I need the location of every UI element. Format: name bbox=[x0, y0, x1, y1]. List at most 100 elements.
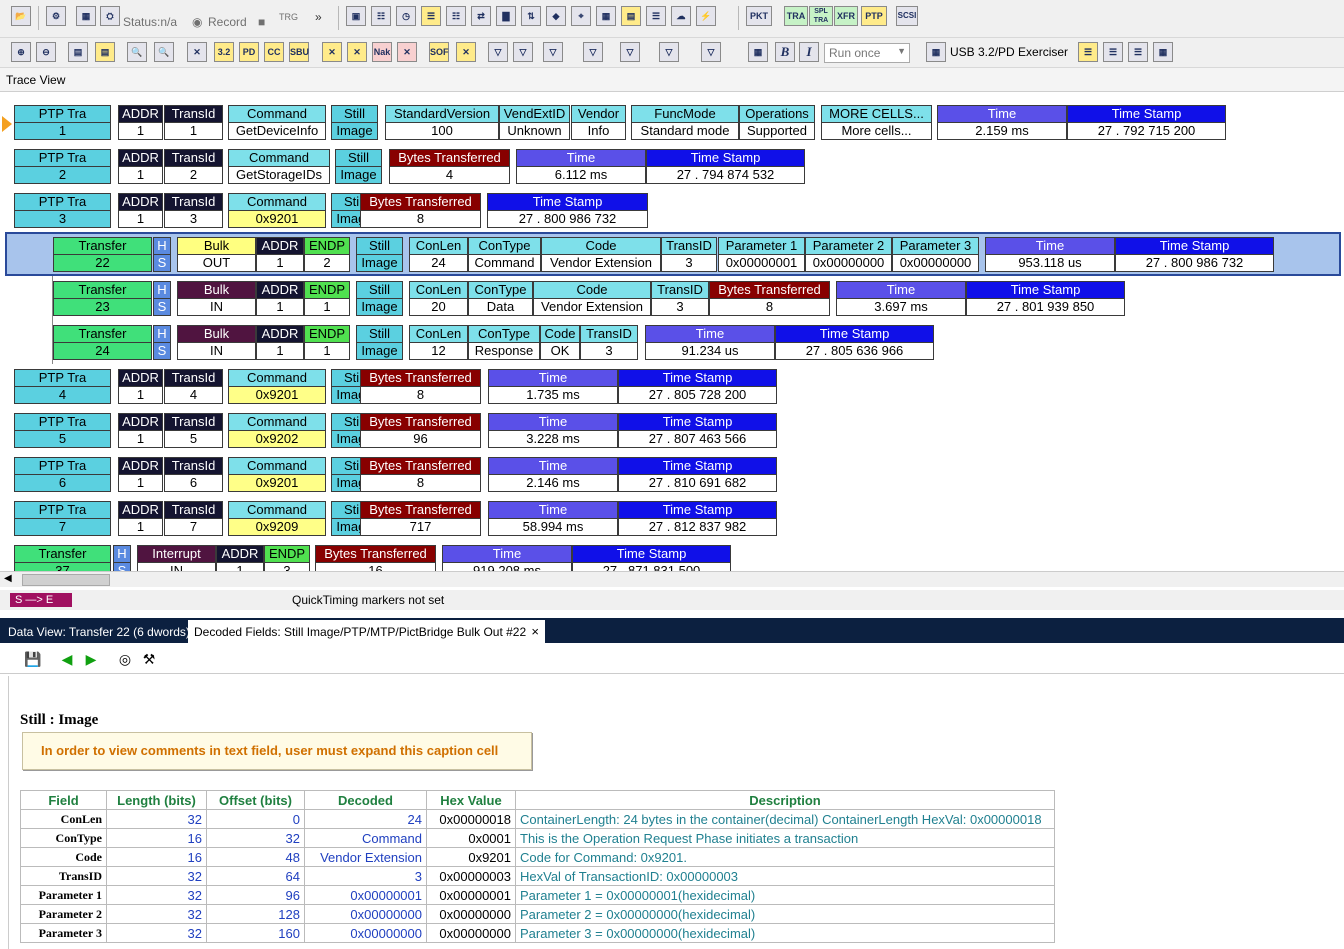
trace-cell[interactable]: TransID 3 bbox=[651, 281, 709, 316]
trace-cell[interactable]: ADDR 1 bbox=[256, 237, 304, 272]
trace-cell[interactable]: Time Stamp 27 . 871 831 500 bbox=[572, 545, 731, 571]
trace-cell[interactable]: Parameter 3 0x00000000 bbox=[892, 237, 979, 272]
save-icon[interactable]: 💾 bbox=[24, 650, 42, 668]
table-row[interactable]: ConType 16 32 Command 0x0001 This is the Oper… bbox=[20, 828, 1055, 848]
export-icon[interactable]: ⇄ bbox=[471, 6, 491, 26]
hide-chirp-icon[interactable]: ✕ bbox=[187, 42, 207, 62]
timing-icon[interactable]: ◷ bbox=[396, 6, 416, 26]
zoom-out-icon[interactable]: ⊖ bbox=[36, 42, 56, 62]
chart-icon[interactable]: ▇ bbox=[496, 6, 516, 26]
trace-cell[interactable]: Command GetStorageIDs bbox=[228, 149, 330, 184]
trace-cell[interactable]: TransId 2 bbox=[164, 149, 223, 184]
trace-cell[interactable]: Time 58.994 ms bbox=[488, 501, 618, 536]
trigger-label[interactable]: TRG bbox=[279, 12, 298, 22]
packet-level-button[interactable]: PKT bbox=[746, 6, 772, 26]
trace-cell[interactable]: Command 0x9201 bbox=[228, 193, 326, 228]
settings-icon[interactable]: ⚙ bbox=[46, 6, 66, 26]
trace-cell[interactable]: Time Stamp 27 . 805 636 966 bbox=[775, 325, 934, 360]
trace-cell[interactable]: ADDR 1 bbox=[118, 413, 163, 448]
trace-cell[interactable]: PTP Tra 3 bbox=[14, 193, 111, 228]
scroll-left-icon[interactable]: ◀ bbox=[4, 573, 12, 584]
trace-cell[interactable]: Time 1.735 ms bbox=[488, 369, 618, 404]
trace-cell[interactable]: Command GetDeviceInfo bbox=[228, 105, 326, 140]
recording-options-icon[interactable]: ▦ bbox=[76, 6, 96, 26]
view-layout-4-icon[interactable]: ▦ bbox=[1153, 42, 1173, 62]
wrap-icon[interactable]: ▤ bbox=[95, 42, 115, 62]
trace-cell[interactable]: Bytes Transferred 16 bbox=[315, 545, 436, 571]
trace-cell[interactable]: ADDR 1 bbox=[118, 457, 163, 492]
trace-cell[interactable]: Code Vendor Extension bbox=[541, 237, 661, 272]
search-icon[interactable]: 🔍 bbox=[127, 42, 147, 62]
table-row[interactable]: Parameter 1 32 96 0x00000001 0x00000001 Param… bbox=[20, 885, 1055, 905]
search-next-icon[interactable]: 🔍 bbox=[154, 42, 174, 62]
view-layout-1-icon[interactable]: ☰ bbox=[1078, 42, 1098, 62]
bold-icon[interactable]: B bbox=[775, 42, 795, 62]
trace-cell[interactable]: Command 0x9201 bbox=[228, 457, 326, 492]
trace-cell[interactable]: PTP Tra 2 bbox=[14, 149, 111, 184]
tab-data-view[interactable]: Data View: Transfer 22 (6 dwords) bbox=[2, 620, 196, 643]
trace-cell[interactable]: TransId 6 bbox=[164, 457, 223, 492]
bus-utilization-icon[interactable]: ☰ bbox=[421, 6, 441, 26]
trace-cell[interactable]: Bytes Transferred 717 bbox=[360, 501, 481, 536]
filter-be-icon[interactable]: ▽ bbox=[620, 42, 640, 62]
trace-cell[interactable]: TransId 5 bbox=[164, 413, 223, 448]
hide-usb32-icon[interactable]: 3.2 bbox=[214, 42, 234, 62]
exerciser-label[interactable]: USB 3.2/PD Exerciser bbox=[950, 45, 1068, 59]
trace-cell[interactable]: Bytes Transferred 8 bbox=[360, 193, 481, 228]
trace-cell[interactable]: HS bbox=[153, 325, 171, 360]
trace-cell[interactable]: ConLen 20 bbox=[409, 281, 468, 316]
caption-cell[interactable]: In order to view comments in text field,… bbox=[22, 732, 532, 770]
trace-cell[interactable]: Time Stamp 27 . 794 874 532 bbox=[646, 149, 805, 184]
trace-cell[interactable]: TransID 3 bbox=[580, 325, 638, 360]
hide-sbu-icon[interactable]: SBU bbox=[289, 42, 309, 62]
italic-icon[interactable]: I bbox=[799, 42, 819, 62]
table-row[interactable]: Code 16 48 Vendor Extension 0x9201 Code for C… bbox=[20, 847, 1055, 867]
trace-cell[interactable]: Vendor Info bbox=[571, 105, 626, 140]
filter-lc-icon[interactable]: ▽ bbox=[583, 42, 603, 62]
exerciser-icon[interactable]: ▦ bbox=[926, 42, 946, 62]
hide-cc-icon[interactable]: CC bbox=[264, 42, 284, 62]
run-mode-select[interactable]: Run once ▼ bbox=[824, 43, 910, 63]
trace-cell[interactable]: Bulk IN bbox=[177, 325, 256, 360]
trace-cell[interactable]: PTP Tra 1 bbox=[14, 105, 111, 140]
trace-cell[interactable]: Bulk OUT bbox=[177, 237, 256, 272]
trace-cell[interactable]: VendExtID Unknown bbox=[499, 105, 570, 140]
power-icon[interactable]: ⚡ bbox=[696, 6, 716, 26]
trace-cell[interactable]: ADDR 1 bbox=[118, 149, 163, 184]
trace-cell[interactable]: Time Stamp 27 . 800 986 732 bbox=[1115, 237, 1274, 272]
trace-cell[interactable]: ADDR 1 bbox=[118, 369, 163, 404]
stop-icon[interactable]: ■ bbox=[258, 15, 265, 29]
trace-cell[interactable]: PTP Tra 7 bbox=[14, 501, 111, 536]
trace-cell[interactable]: Command 0x9209 bbox=[228, 501, 326, 536]
trace-cell[interactable]: Bulk IN bbox=[177, 281, 256, 316]
filter-endpoint-icon[interactable]: ▽ bbox=[513, 42, 533, 62]
trace-cell[interactable]: Time 953.118 us bbox=[985, 237, 1115, 272]
trace-cell[interactable]: PTP Tra 4 bbox=[14, 369, 111, 404]
table-row[interactable]: TransID 32 64 3 0x00000003 HexVal of Transact… bbox=[20, 866, 1055, 886]
next-icon[interactable]: ▶ bbox=[82, 650, 100, 668]
trace-cell[interactable]: Transfer 23 bbox=[53, 281, 152, 316]
trace-cell[interactable]: TransId 7 bbox=[164, 501, 223, 536]
traffic-summary-icon[interactable]: ☷ bbox=[371, 6, 391, 26]
trace-cell[interactable]: Time 6.112 ms bbox=[516, 149, 646, 184]
trace-view[interactable]: PTP Tra 1 ADDR 1 TransId 1 Command GetDeviceInf… bbox=[0, 93, 1344, 571]
trace-cell[interactable]: Code Vendor Extension bbox=[533, 281, 651, 316]
hide-sof-icon[interactable]: SOF bbox=[429, 42, 449, 62]
trace-cell[interactable]: PTP Tra 5 bbox=[14, 413, 111, 448]
filter-other-icon[interactable]: ▽ bbox=[659, 42, 679, 62]
ptp-level-button[interactable]: PTP bbox=[861, 6, 887, 26]
trace-cell[interactable]: FuncMode Standard mode bbox=[631, 105, 739, 140]
trace-cell[interactable]: Command 0x9201 bbox=[228, 369, 326, 404]
trace-cell[interactable]: Still Image bbox=[331, 105, 378, 140]
transfer-level-button[interactable]: XFR bbox=[834, 6, 858, 26]
decode-icon[interactable]: ▤ bbox=[621, 6, 641, 26]
layout-icon[interactable]: ▦ bbox=[596, 6, 616, 26]
trace-cell[interactable]: ConType Command bbox=[468, 237, 541, 272]
trace-cell[interactable]: Time Stamp 27 . 801 939 850 bbox=[966, 281, 1125, 316]
trace-cell[interactable]: Still Image bbox=[356, 237, 403, 272]
report-icon[interactable]: ▣ bbox=[346, 6, 366, 26]
trace-cell[interactable]: ADDR 1 bbox=[256, 281, 304, 316]
scsi-level-button[interactable]: SCSI bbox=[896, 6, 918, 26]
trace-cell[interactable]: Time Stamp 27 . 800 986 732 bbox=[487, 193, 648, 228]
hide-errors-icon[interactable]: ✕ bbox=[397, 42, 417, 62]
